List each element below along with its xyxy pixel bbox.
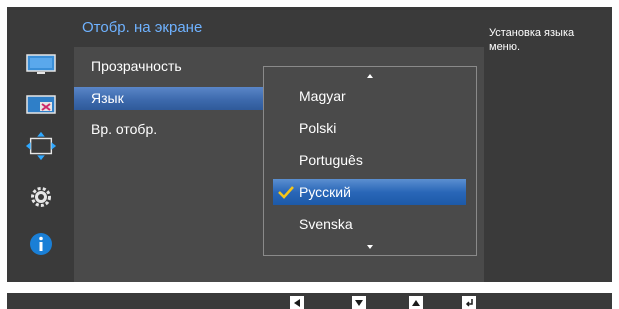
position-arrows-icon[interactable] (25, 130, 57, 162)
osd-window: Отобр. на экране Прозрачность Язык Вр. о… (7, 7, 612, 282)
help-panel: Установка языка меню. (484, 7, 612, 282)
help-text: Установка языка меню. (489, 27, 575, 53)
language-option-russian[interactable]: Русский (273, 179, 466, 205)
monitor-icon[interactable] (25, 49, 57, 81)
down-arrow-icon[interactable] (352, 296, 366, 309)
gear-icon[interactable] (25, 181, 57, 213)
osd-header: Отобр. на экране (74, 7, 484, 47)
language-option-polski[interactable]: Polski (264, 115, 476, 141)
enter-icon[interactable] (462, 296, 476, 309)
language-option-portugues[interactable]: Português (264, 147, 476, 173)
scroll-up-arrow-icon[interactable] (367, 74, 373, 78)
language-dropdown[interactable]: Magyar Polski Português Русский Svenska (263, 66, 477, 256)
language-option-magyar[interactable]: Magyar (264, 83, 476, 109)
picture-in-picture-icon[interactable] (25, 89, 57, 121)
osd-sidebar (7, 7, 74, 282)
info-icon[interactable] (25, 228, 57, 260)
language-option-label: Русский (299, 184, 351, 200)
osd-main-panel: Отобр. на экране Прозрачность Язык Вр. о… (74, 7, 484, 282)
left-arrow-icon[interactable] (290, 296, 304, 309)
page-title: Отобр. на экране (82, 19, 203, 36)
up-arrow-icon[interactable] (409, 296, 423, 309)
language-option-svenska[interactable]: Svenska (264, 211, 476, 237)
osd-navbar (7, 293, 612, 309)
scroll-down-arrow-icon[interactable] (367, 245, 373, 249)
checkmark-icon (278, 186, 294, 199)
